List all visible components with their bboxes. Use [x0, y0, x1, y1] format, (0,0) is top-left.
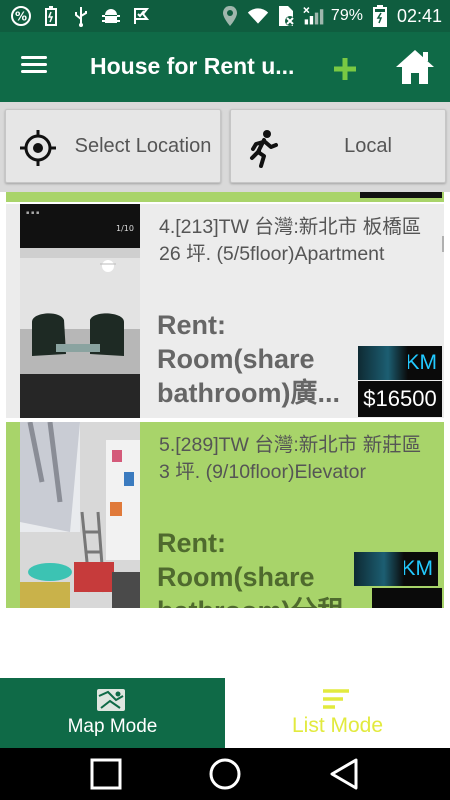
- square-icon: [90, 758, 122, 790]
- running-person-icon: [250, 130, 278, 168]
- distance-badge: KM: [358, 346, 442, 380]
- crosshair-icon: [20, 130, 56, 166]
- map-icon: [97, 689, 125, 711]
- signal-icon: [303, 5, 325, 27]
- recents-button[interactable]: [86, 756, 126, 792]
- tab-map-mode-label: Map Mode: [67, 716, 158, 737]
- tab-list-mode[interactable]: List Mode: [225, 678, 450, 748]
- home-icon: [396, 50, 434, 84]
- price-badge: [372, 588, 442, 608]
- sim-off-icon: [275, 5, 297, 27]
- svg-text:%: %: [15, 10, 27, 24]
- status-right-icons: 79% 02:41: [219, 4, 442, 28]
- app-title: House for Rent u...: [90, 53, 295, 79]
- check-flag-icon: [130, 5, 152, 27]
- svg-text:1/10: 1/10: [116, 224, 134, 233]
- listing-type: Rent: Room(share bathroom)廣...: [157, 310, 340, 408]
- menu-button[interactable]: [18, 52, 50, 82]
- circle-icon: [209, 758, 241, 790]
- list-icon: [323, 689, 349, 709]
- distance-redacted: [358, 346, 408, 380]
- local-button[interactable]: Local: [230, 109, 446, 183]
- distance-badge: KM: [354, 552, 438, 586]
- listing-title: 5.[289]TW 台灣:新北市 新莊區 3 坪. (9/10floor)Ele…: [159, 434, 422, 483]
- status-time: 02:41: [396, 5, 442, 26]
- listing-photo[interactable]: 1/10 ▪ ▪ ▪: [20, 204, 140, 418]
- listing-photo-image: 1/10 ▪ ▪ ▪: [20, 204, 140, 418]
- status-bar: % 79% 02:41: [0, 0, 450, 32]
- listing-item[interactable]: 1/10 ▪ ▪ ▪ 4.[213]TW 台灣:新北市 板橋區 26 坪. (5…: [6, 204, 444, 418]
- listing-title: 4.[213]TW 台灣:新北市 板橋區 26 坪. (5/5floor)Apa…: [159, 216, 422, 265]
- price-badge: $16500: [358, 381, 442, 417]
- bottom-tab-bar: Map Mode List Mode: [0, 678, 450, 748]
- app-bar: House for Rent u...: [0, 32, 450, 102]
- home-nav-button[interactable]: [205, 756, 245, 792]
- status-left-icons: %: [10, 5, 152, 27]
- scrollbar[interactable]: [442, 236, 444, 252]
- listing-photo[interactable]: [20, 422, 140, 608]
- listing-list[interactable]: 1/10 ▪ ▪ ▪ 4.[213]TW 台灣:新北市 板橋區 26 坪. (5…: [0, 192, 450, 608]
- usb-icon: [70, 5, 92, 27]
- system-navigation-bar: [0, 748, 450, 800]
- battery-icon: [369, 5, 391, 27]
- tab-list-mode-label: List Mode: [291, 714, 384, 737]
- distance-redacted: [354, 552, 404, 586]
- wifi-icon: [247, 5, 269, 27]
- percent-icon: %: [10, 5, 32, 27]
- action-button-row: Select Location Local: [0, 102, 450, 192]
- plus-icon: [334, 58, 356, 80]
- previous-listing-edge: [6, 192, 444, 202]
- local-label: Local: [344, 134, 392, 157]
- home-button[interactable]: [394, 48, 436, 86]
- listing-type: Rent: Room(share bathroom)分租: [157, 528, 344, 608]
- add-button[interactable]: [328, 52, 362, 86]
- svg-text:▪ ▪ ▪: ▪ ▪ ▪: [26, 210, 39, 216]
- battery-small-icon: [40, 5, 62, 27]
- select-location-button[interactable]: Select Location: [5, 109, 221, 183]
- battery-percent: 79%: [330, 7, 363, 24]
- back-button[interactable]: [324, 756, 364, 792]
- tab-map-mode[interactable]: Map Mode: [0, 678, 225, 748]
- android-debug-icon: [100, 5, 122, 27]
- listing-item-selected[interactable]: 5.[289]TW 台灣:新北市 新莊區 3 坪. (9/10floor)Ele…: [6, 422, 444, 608]
- location-icon: [219, 5, 241, 27]
- menu-icon: [21, 56, 47, 59]
- listing-photo-image: [20, 422, 140, 608]
- back-triangle-icon: [330, 758, 358, 790]
- select-location-label: Select Location: [74, 134, 212, 157]
